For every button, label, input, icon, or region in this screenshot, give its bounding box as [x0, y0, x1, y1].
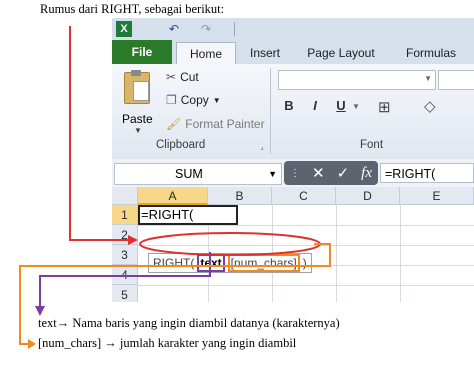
note-text-arg-label: text [38, 316, 57, 330]
arrow-right-icon: → [104, 336, 117, 350]
note-num-chars-desc: jumlah karakter yang ingin diambil [116, 336, 297, 350]
note-num-chars-label: [num_chars] [38, 336, 102, 350]
note-num-chars-arg: [num_chars] → jumlah karakter yang ingin… [38, 336, 296, 351]
purple-arrow-head [35, 306, 45, 316]
arrow-right-icon: → [56, 316, 70, 330]
note-text-arg-desc: Nama baris yang ingin diambil datanya (k… [69, 316, 340, 330]
red-highlight-ellipse [139, 232, 321, 256]
annotation-arrows [19, 26, 331, 349]
red-arrow-head [128, 235, 138, 245]
orange-arrow-head [28, 339, 36, 349]
red-arrow-line [69, 26, 128, 241]
note-text-arg: text→ Nama baris yang ingin diambil data… [38, 316, 340, 331]
purple-arrow-line [39, 252, 211, 308]
